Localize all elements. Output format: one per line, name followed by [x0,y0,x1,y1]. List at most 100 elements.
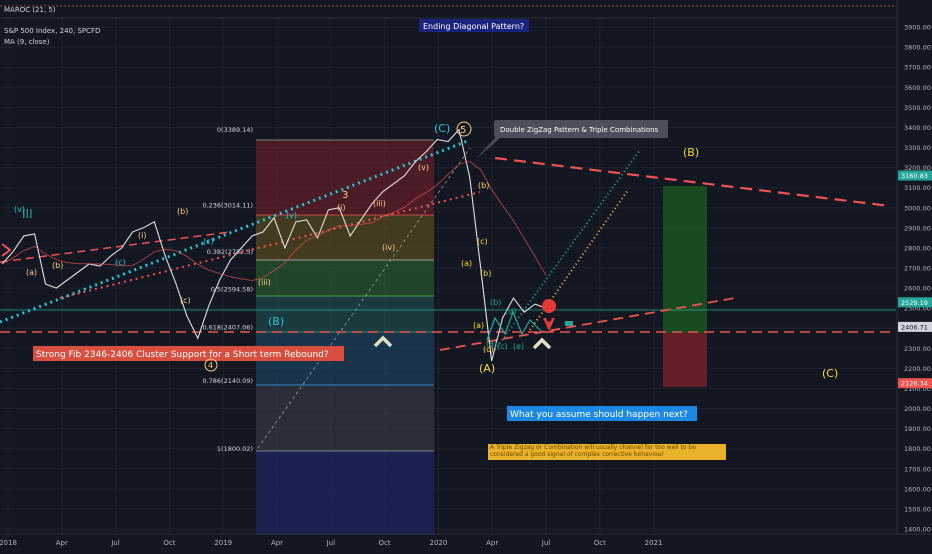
wave-label-3: 3 [342,190,348,201]
wave-label-c-teal: (c) [497,342,508,351]
wave-label-b-yellow-2: (b) [480,269,491,278]
ending-diagonal-text: Ending Diagonal Pattern? [423,22,524,31]
wave-label-c-yellow: (c) [477,237,488,246]
wave-label-c-2018-3: (c) [203,237,214,246]
wave-label-b-yellow: (b) [478,181,489,190]
wave-label-c-2018: (c) [115,258,126,267]
grid-lines [0,18,896,534]
price-tick-label: 3300.00 [904,144,931,152]
wave-label-c-2018-2: (c) [180,296,191,305]
price-tick-label: 2000.00 [904,405,931,413]
price-tick-label: 3000.00 [904,204,931,212]
indicator-label: MAROC (21, 5) [4,6,56,14]
wave-label-b-2018-2: (b) [177,207,188,216]
price-tick-label: 2600.00 [904,285,931,293]
time-tick-label: Oct [163,539,175,547]
price-tick-label: 2300.00 [904,345,931,353]
price-tick-label: 3900.00 [904,24,931,32]
wave-label-a-big: (A) [479,362,495,375]
abcde-zigzag [486,310,543,341]
symbol-label: S&P 500 Index, 240, SPCFD [4,27,100,35]
price-tick-label: 1700.00 [904,465,931,473]
question-text: What you assume should happen next? [510,410,688,420]
price-tick-label: 1400.00 [904,526,931,534]
wave-label-i-2018: (i) [138,231,146,240]
price-tick-label: 1500.00 [904,505,931,513]
long-target-box[interactable] [663,186,707,333]
wave-label-i: (i) [337,203,345,212]
price-badge-label: 2529.19 [901,299,928,307]
wave-label-c-big: (C) [434,122,450,135]
price-tick-label: 3800.00 [904,44,931,52]
wave-label-a-teal: (a) [486,339,497,348]
triple-zigzag-note: A Triple Zigzag or Combination will usua… [490,444,696,458]
price-badge-label: 2126.34 [901,380,928,388]
wave-label-d-teal: (d) [505,307,516,316]
time-tick-label: 2020 [429,539,447,547]
time-tick-label: Jul [541,539,551,547]
price-tick-label: 2900.00 [904,224,931,232]
time-tick-label: 2019 [214,539,232,547]
ma-label: MA (9, close) [4,38,50,46]
time-tick-label: Oct [594,539,606,547]
time-tick-label: Apr [486,539,498,547]
wave-label-v-2018: (v) [14,205,25,214]
double-zigzag-text: Double ZigZag Pattern & Triple Combinati… [500,126,659,134]
fib-zone-382-5 [256,260,434,296]
price-tick-label: 2700.00 [904,265,931,273]
triple-zigzag-text: A Triple Zigzag or Combination will usua… [490,444,696,458]
chart-container[interactable]: 0(3389.14) 0.236(3014.11) 0.382(2782.3) 0.5… [0,0,932,550]
wave-label-b-teal: (b) [490,298,501,307]
fib-level-label: 0(3389.14) [217,126,253,134]
price-badge-label: 3160.83 [901,172,928,180]
fib-level-label: 1(1800.02) [217,445,253,453]
wave-label-a-2018: (a) [26,268,37,277]
price-tick-label: 3500.00 [904,104,931,112]
time-tick-label: Apr [271,539,283,547]
time-tick-label: Jul [326,539,336,547]
fib-level-label: 0.618(2407.06) [202,323,253,331]
fib-zone-786-1 [256,385,434,451]
wave-label-v: (v) [418,163,429,172]
time-axis[interactable]: 2018 Apr Jul Oct 2019 Apr Jul Oct 2020 Apr Jul Oct 2… [0,539,663,547]
price-badges: 3160.83 2529.19 2406.71 2126.34 [898,170,932,389]
wave-label-a-yellow-2: (a) [473,321,484,330]
wave-label-a-yellow: (a) [461,259,472,268]
wave-label-iii: (iii) [373,199,386,208]
price-tick-label: 1800.00 [904,445,931,453]
fib-zone-below-1 [256,451,434,535]
time-tick-label: Oct [379,539,391,547]
price-tick-label: 3600.00 [904,84,931,92]
wave-label-v-2019: (v) [286,211,297,220]
price-tick-label: 3400.00 [904,124,931,132]
time-tick-label: Jul [110,539,120,547]
wave-label-5: 5 [460,125,466,136]
time-tick-label: 2018 [0,539,17,547]
wave-label-e-teal: (e) [513,342,524,351]
wave-label-iv: (iv) [382,243,395,252]
price-tick-label: 2800.00 [904,244,931,252]
up-chevron-icon-2 [532,337,552,350]
short-stop-box[interactable] [663,333,707,387]
fib-level-labels: 0(3389.14)0.236(3014.11)0.382(2782.3)0.5… [202,126,253,453]
wave-label-c-future: (C) [822,367,838,380]
price-tick-label: 3100.00 [904,184,931,192]
wave-label-b-big: (B) [683,146,699,159]
price-chart[interactable]: 0(3389.14)0.236(3014.11)0.382(2782.3)0.5… [0,0,932,550]
wave-label-4: 4 [208,361,213,370]
fib-level-label: 0.786(2140.09) [202,377,253,385]
price-axis[interactable]: 3900.00 3800.00 3700.00 3600.00 3500.00 3400.… [896,0,931,534]
time-tick-label: 2021 [645,539,663,547]
fib-support-text: Strong Fib 2346-2406 Cluster Support for… [36,350,329,360]
price-tick-label: 1600.00 [904,485,931,493]
wave-label-b-2018: (b) [52,261,63,270]
time-tick-label: Apr [56,539,68,547]
wave-label-b-2019: (B) [268,315,284,328]
map-pin-icon[interactable] [542,299,557,331]
fib-level-label: 0.236(3014.11) [202,201,253,209]
price-badge-label: 2406.71 [901,323,928,331]
price-tick-label: 3700.00 [904,64,931,72]
price-tick-label: 2200.00 [904,365,931,373]
arrow-right-icon [1,243,12,257]
price-tick-label: 1900.00 [904,425,931,433]
